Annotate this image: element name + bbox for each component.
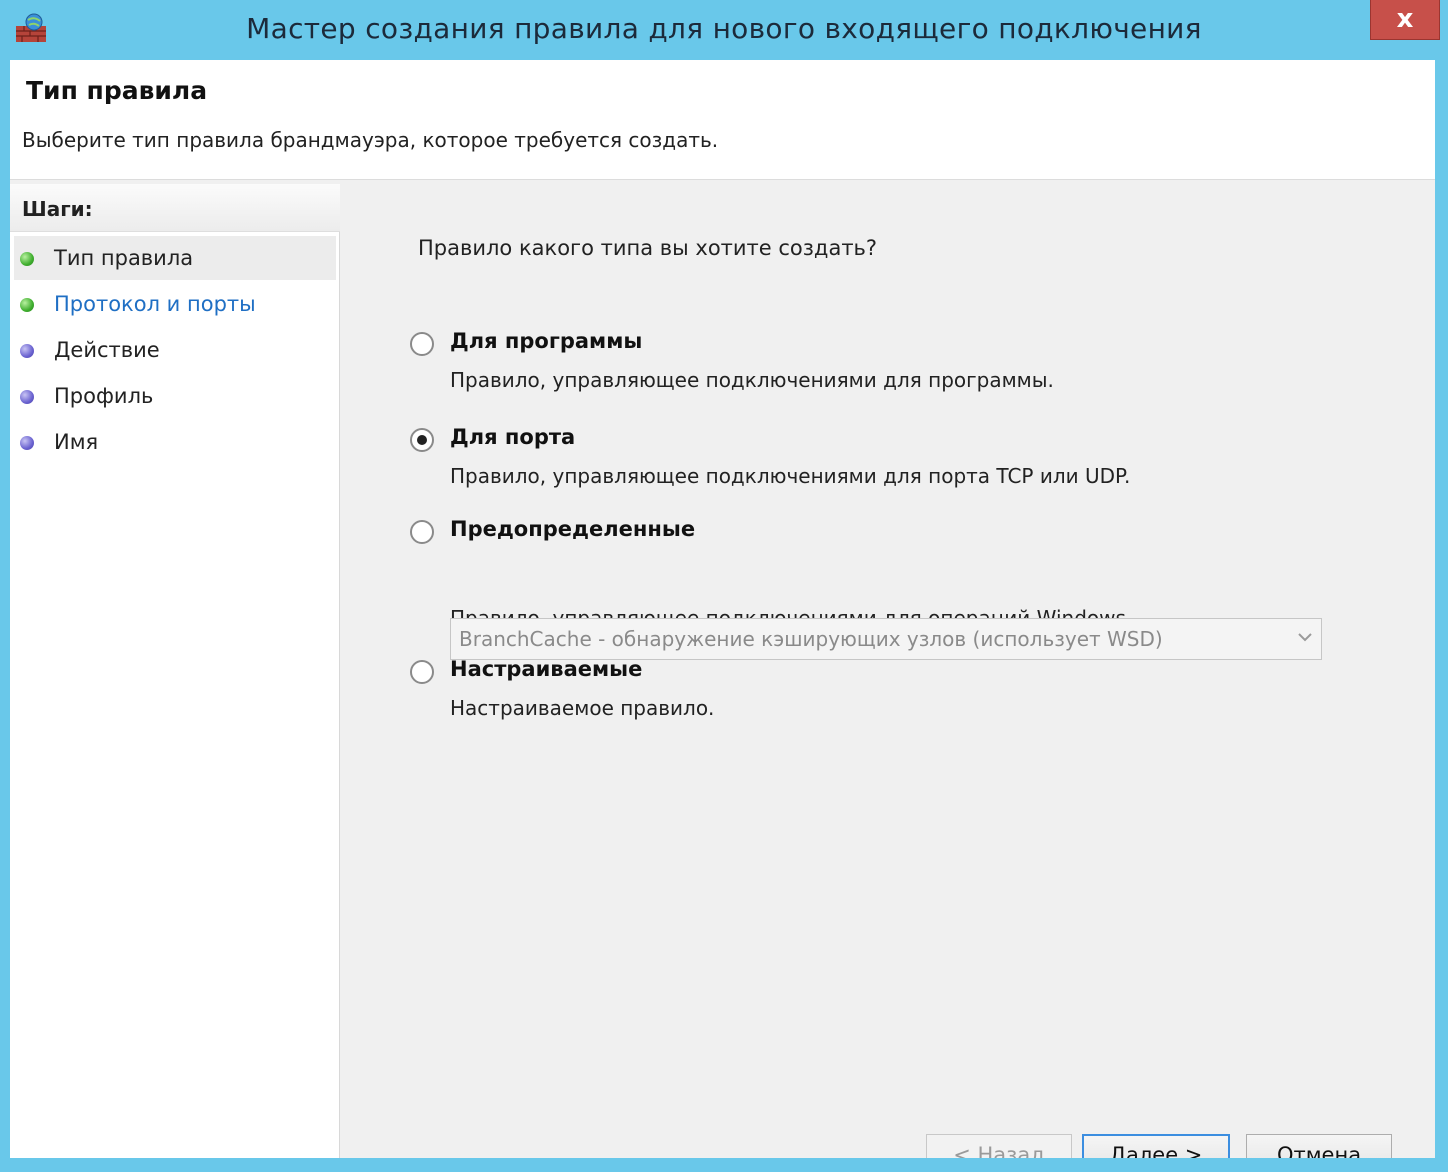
window-bottom-border	[10, 1158, 1435, 1172]
close-button[interactable]: x	[1370, 0, 1440, 40]
step-label: Действие	[54, 338, 160, 362]
option-label[interactable]: Для порта	[450, 425, 575, 449]
radio-program[interactable]	[410, 332, 434, 356]
page-title: Тип правила	[26, 76, 208, 105]
window-title: Мастер создания правила для нового входя…	[246, 12, 1202, 45]
radio-port[interactable]	[410, 428, 434, 452]
step-label: Протокол и порты	[54, 292, 256, 316]
select-value: BranchCache - обнаружение кэширующих узл…	[459, 627, 1163, 651]
predefined-rule-select[interactable]: BranchCache - обнаружение кэширующих узл…	[450, 618, 1322, 660]
step-status-icon	[20, 344, 34, 358]
page-subtitle: Выберите тип правила брандмауэра, которо…	[22, 128, 719, 152]
chevron-down-icon	[1298, 633, 1312, 642]
step-label: Имя	[54, 430, 99, 454]
steps-heading: Шаги:	[10, 184, 340, 232]
wizard-header: Тип правила Выберите тип правила брандма…	[10, 60, 1435, 180]
steps-sidebar: Шаги: Тип правила Протокол и порты Дейст…	[10, 184, 340, 1158]
radio-predefined[interactable]	[410, 520, 434, 544]
option-description: Правило, управляющее подключениями для п…	[450, 464, 1131, 488]
step-name: Имя	[14, 420, 336, 464]
option-description: Правило, управляющее подключениями для п…	[450, 368, 1054, 392]
option-label[interactable]: Предопределенные	[450, 517, 695, 541]
step-status-icon	[20, 436, 34, 450]
main-panel: Правило какого типа вы хотите создать? Д…	[344, 184, 1435, 1172]
option-label[interactable]: Для программы	[450, 329, 642, 353]
step-status-icon	[20, 298, 34, 312]
step-label: Тип правила	[54, 246, 194, 270]
option-description: Настраиваемое правило.	[450, 696, 715, 720]
step-rule-type[interactable]: Тип правила	[14, 236, 336, 280]
step-action: Действие	[14, 328, 336, 372]
radio-custom[interactable]	[410, 660, 434, 684]
step-protocol-ports[interactable]: Протокол и порты	[14, 282, 336, 326]
step-label: Профиль	[54, 384, 154, 408]
option-label[interactable]: Настраиваемые	[450, 657, 642, 681]
step-status-icon	[20, 252, 34, 266]
wizard-body: Тип правила Выберите тип правила брандма…	[10, 60, 1435, 1172]
title-bar: Мастер создания правила для нового входя…	[0, 0, 1448, 60]
question-text: Правило какого типа вы хотите создать?	[418, 236, 878, 260]
step-profile: Профиль	[14, 374, 336, 418]
step-status-icon	[20, 390, 34, 404]
